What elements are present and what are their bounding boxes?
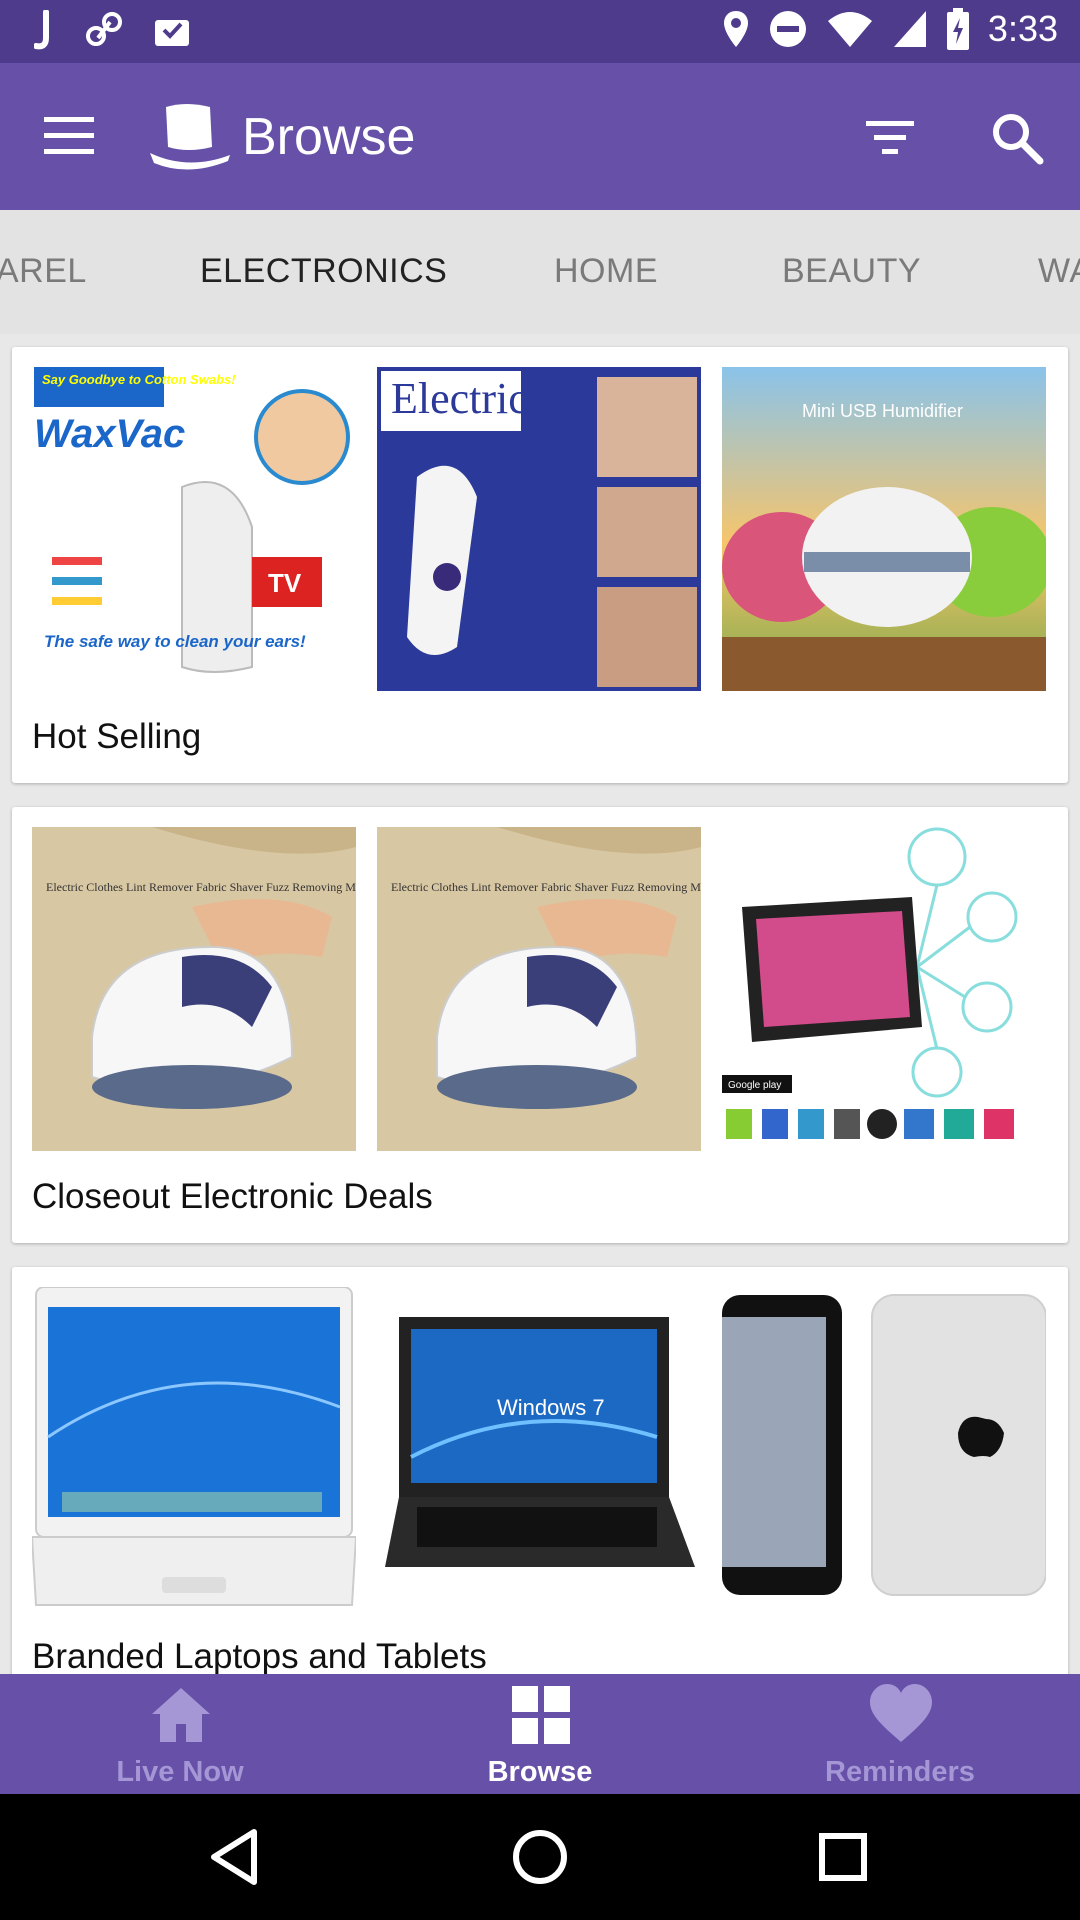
card-title: Closeout Electronic Deals bbox=[32, 1177, 433, 1216]
home-circle-icon[interactable] bbox=[505, 1822, 575, 1892]
tablet-front-back-image[interactable] bbox=[722, 1287, 1046, 1611]
card-images: Electric Clothes Lint Remover Fabric Sha… bbox=[32, 827, 1048, 1151]
search-icon[interactable] bbox=[990, 111, 1044, 165]
android-tablet-image[interactable]: Google play bbox=[722, 827, 1046, 1151]
inbox-check-icon bbox=[155, 20, 189, 46]
nav-label: Live Now bbox=[116, 1756, 244, 1788]
nav-reminders[interactable]: Reminders bbox=[720, 1674, 1080, 1794]
home-icon bbox=[152, 1688, 210, 1742]
system-status-icons: 3:33 bbox=[722, 8, 1058, 50]
tab-watches[interactable]: WA bbox=[1038, 252, 1080, 291]
bottom-navigation: Live Now Browse Reminders bbox=[0, 1674, 1080, 1794]
card-images: Windows 7 bbox=[32, 1287, 1048, 1611]
battery-charging-icon bbox=[946, 8, 969, 50]
do-not-disturb-icon bbox=[769, 11, 806, 47]
tab-apparel[interactable]: AREL bbox=[0, 252, 87, 291]
nav-live-now[interactable]: Live Now bbox=[0, 1674, 360, 1794]
wifi-icon bbox=[827, 12, 872, 47]
category-tabs: AREL ELECTRONICS HOME BEAUTY WA bbox=[0, 210, 1080, 334]
nav-label: Reminders bbox=[825, 1756, 975, 1788]
lint-caption: Electric Clothes Lint Remover Fabric Sha… bbox=[46, 880, 356, 894]
card-images: Say Goodbye to Cotton Swabs! WaxVac TV T… bbox=[32, 367, 1048, 691]
white-laptop-image[interactable] bbox=[32, 1287, 356, 1611]
windows7-netbook-image[interactable]: Windows 7 bbox=[377, 1287, 701, 1611]
browse-feed[interactable]: Say Goodbye to Cotton Swabs! WaxVac TV T… bbox=[0, 334, 1080, 1674]
tab-home[interactable]: HOME bbox=[554, 252, 658, 291]
status-bar: 3:33 bbox=[0, 0, 1080, 63]
waxvac-slogan: The safe way to clean your ears! bbox=[44, 632, 306, 651]
waxvac-tagline: Say Goodbye to Cotton Swabs! bbox=[42, 372, 236, 387]
top-hat-logo-icon bbox=[150, 104, 230, 170]
tab-beauty[interactable]: BEAUTY bbox=[782, 252, 921, 291]
collection-card-branded-laptops[interactable]: Windows 7 Branded Laptops and Tablets bbox=[12, 1267, 1068, 1674]
humidifier-caption: Mini USB Humidifier bbox=[802, 401, 963, 421]
waxvac-ear-cleaner-image[interactable]: Say Goodbye to Cotton Swabs! WaxVac TV T… bbox=[32, 367, 356, 691]
google-play-badge: Google play bbox=[728, 1080, 781, 1091]
link-app-icon bbox=[86, 12, 122, 46]
clock: 3:33 bbox=[987, 8, 1058, 49]
lint-remover-image-2[interactable]: Electric Clothes Lint Remover Fabric Sha… bbox=[377, 827, 701, 1151]
app-bar: Browse bbox=[0, 63, 1080, 210]
j-app-icon bbox=[34, 10, 49, 50]
notification-icons bbox=[34, 10, 192, 50]
grid-icon bbox=[512, 1686, 570, 1744]
nav-label: Browse bbox=[487, 1756, 593, 1788]
tab-electronics[interactable]: ELECTRONICS bbox=[200, 252, 447, 291]
collection-card-hot-selling[interactable]: Say Goodbye to Cotton Swabs! WaxVac TV T… bbox=[12, 347, 1068, 783]
card-title: Branded Laptops and Tablets bbox=[32, 1637, 487, 1674]
yes-finishing-touch-image[interactable]: Electric Clothes Lint Remover Fabric Sha… bbox=[377, 367, 701, 691]
system-navigation-bar bbox=[0, 1794, 1080, 1920]
waxvac-brand: WaxVac bbox=[34, 412, 185, 456]
lint-remover-image[interactable]: Electric Clothes Lint Remover Fabric Sha… bbox=[32, 827, 356, 1151]
filter-icon[interactable] bbox=[864, 115, 916, 159]
heart-icon bbox=[870, 1684, 932, 1742]
collection-card-closeout-electronic-deals[interactable]: Electric Clothes Lint Remover Fabric Sha… bbox=[12, 807, 1068, 1243]
back-icon[interactable] bbox=[200, 1822, 270, 1892]
recents-icon[interactable] bbox=[808, 1822, 878, 1892]
svg-text:TV: TV bbox=[268, 568, 302, 598]
location-icon bbox=[723, 11, 748, 47]
page-title: Browse bbox=[242, 108, 416, 166]
card-title: Hot Selling bbox=[32, 717, 202, 756]
nav-browse[interactable]: Browse bbox=[360, 1674, 720, 1794]
windows7-logo-text: Windows 7 bbox=[497, 1395, 605, 1420]
menu-icon[interactable] bbox=[44, 115, 98, 155]
lint-caption: Electric Clothes Lint Remover Fabric Sha… bbox=[391, 880, 701, 894]
mini-usb-humidifier-image[interactable]: Mini USB Humidifier bbox=[722, 367, 1046, 691]
signal-icon bbox=[893, 11, 926, 47]
